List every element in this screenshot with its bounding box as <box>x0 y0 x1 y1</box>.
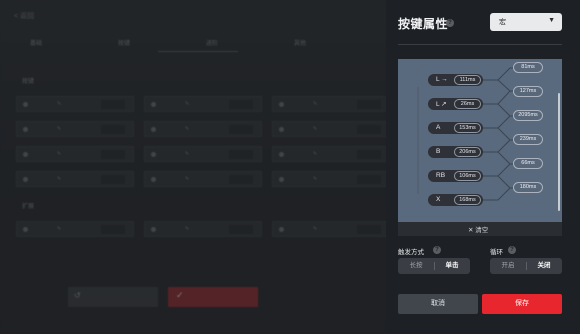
panel-title: 按键属性 <box>398 17 449 31</box>
macro-key-step[interactable]: B 206ms <box>428 146 483 158</box>
macro-key-name: RB <box>436 172 446 179</box>
macro-delay[interactable]: 180ms <box>513 182 543 193</box>
save-button[interactable]: 保存 <box>482 294 562 314</box>
macro-key-step[interactable]: RB 106ms <box>428 170 483 182</box>
macro-key-name: L → <box>436 76 448 83</box>
macro-delay[interactable]: 239ms <box>513 134 543 145</box>
loop-option-off[interactable]: 关闭 <box>526 258 562 274</box>
macro-key-duration[interactable]: 153ms <box>454 123 481 133</box>
help-icon[interactable]: ? <box>508 246 516 254</box>
macro-key-name: A <box>436 124 441 131</box>
trigger-option-hold[interactable]: 长按 <box>398 258 434 274</box>
macro-key-duration[interactable]: 26ms <box>454 99 481 109</box>
close-icon: ✕ <box>468 227 474 234</box>
loop-option-on[interactable]: 开启 <box>490 258 526 274</box>
macro-scrollbar[interactable] <box>558 93 560 211</box>
trigger-mode-toggle[interactable]: 长按 单击 <box>398 258 470 274</box>
trigger-mode-label: 触发方式 <box>398 249 424 256</box>
chevron-down-icon: ▼ <box>548 17 555 24</box>
macro-clear-bar: ✕ 清空 <box>398 222 562 236</box>
key-mode-value: 宏 <box>499 19 506 26</box>
key-properties-panel: 按键属性 ? 宏 ▼ L → 111ms L ↗ 26ms A 153ms B … <box>386 0 580 334</box>
clear-button[interactable]: ✕ 清空 <box>468 224 488 234</box>
help-icon[interactable]: ? <box>446 19 454 27</box>
macro-editor[interactable]: L → 111ms L ↗ 26ms A 153ms B 206ms RB 10… <box>398 59 562 222</box>
macro-key-step[interactable]: L ↗ 26ms <box>428 98 483 110</box>
macro-key-duration[interactable]: 168ms <box>454 195 481 205</box>
macro-key-duration[interactable]: 111ms <box>454 75 481 85</box>
macro-key-step[interactable]: A 153ms <box>428 122 483 134</box>
macro-delay[interactable]: 127ms <box>513 86 543 97</box>
cancel-button[interactable]: 取消 <box>398 294 478 314</box>
divider <box>398 44 562 45</box>
trigger-option-click[interactable]: 单击 <box>434 258 470 274</box>
loop-label: 循环 <box>490 249 503 256</box>
help-icon[interactable]: ? <box>433 246 441 254</box>
macro-key-duration[interactable]: 206ms <box>454 147 481 157</box>
macro-key-duration[interactable]: 106ms <box>454 171 481 181</box>
macro-delay[interactable]: 2095ms <box>513 110 543 121</box>
macro-key-name: L ↗ <box>436 101 447 108</box>
key-mode-select[interactable]: 宏 ▼ <box>490 13 562 31</box>
modal-overlay <box>0 0 386 334</box>
macro-key-step[interactable]: X 168ms <box>428 194 483 206</box>
macro-delay[interactable]: 81ms <box>513 62 543 73</box>
clear-label: 清空 <box>475 227 489 234</box>
macro-key-step[interactable]: L → 111ms <box>428 74 483 86</box>
macro-delay[interactable]: 66ms <box>513 158 543 169</box>
macro-key-name: B <box>436 148 441 155</box>
macro-key-name: X <box>436 196 441 203</box>
loop-toggle[interactable]: 开启 关闭 <box>490 258 562 274</box>
